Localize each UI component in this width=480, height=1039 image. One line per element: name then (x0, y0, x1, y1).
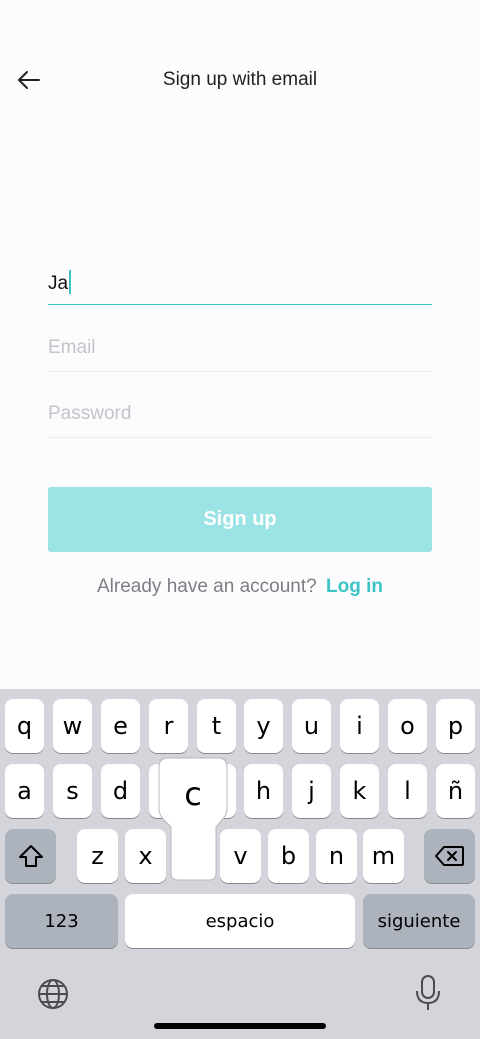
globe-icon (38, 979, 68, 1009)
shift-key[interactable] (5, 829, 56, 883)
keyboard: q w e r t y u i o p a s d f g h j k l ñ … (0, 689, 480, 1039)
key-z[interactable]: z (77, 829, 118, 883)
key-c-popup[interactable]: c (158, 757, 228, 881)
key-p[interactable]: p (436, 699, 475, 753)
key-k[interactable]: k (340, 764, 379, 818)
key-c-label: c (184, 775, 202, 813)
space-key[interactable]: espacio (125, 894, 355, 948)
key-d[interactable]: d (101, 764, 140, 818)
key-r[interactable]: r (149, 699, 188, 753)
key-j[interactable]: j (292, 764, 331, 818)
text-caret (69, 270, 72, 294)
key-n[interactable]: n (316, 829, 357, 883)
key-o[interactable]: o (388, 699, 427, 753)
key-w[interactable]: w (53, 699, 92, 753)
login-prompt-text: Already have an account? (97, 576, 317, 597)
key-u[interactable]: u (292, 699, 331, 753)
key-m[interactable]: m (363, 829, 404, 883)
password-placeholder: Password (48, 403, 132, 424)
key-y[interactable]: y (244, 699, 283, 753)
next-key[interactable]: siguiente (363, 894, 475, 948)
email-placeholder: Email (48, 337, 96, 358)
key-e[interactable]: e (101, 699, 140, 753)
key-s[interactable]: s (53, 764, 92, 818)
key-i[interactable]: i (340, 699, 379, 753)
key-l[interactable]: l (388, 764, 427, 818)
page-title: Sign up with email (162, 69, 318, 90)
name-field[interactable]: Ja (48, 266, 432, 305)
signup-button[interactable]: Sign up (48, 487, 432, 552)
login-prompt-row: Already have an account? Log in (0, 576, 480, 598)
key-n-tilde[interactable]: ñ (436, 764, 475, 818)
globe-button[interactable] (33, 974, 73, 1014)
shift-icon (18, 845, 43, 867)
backspace-key[interactable] (424, 829, 475, 883)
microphone-icon (416, 975, 440, 1010)
microphone-button[interactable] (408, 972, 448, 1014)
key-q[interactable]: q (5, 699, 44, 753)
email-field[interactable]: Email (48, 333, 432, 372)
key-b[interactable]: b (268, 829, 309, 883)
name-value: Ja (48, 273, 69, 294)
home-indicator (154, 1023, 326, 1029)
key-h[interactable]: h (244, 764, 283, 818)
numbers-key[interactable]: 123 (5, 894, 118, 948)
password-field[interactable]: Password (48, 399, 432, 438)
login-link[interactable]: Log in (326, 576, 383, 597)
key-a[interactable]: a (5, 764, 44, 818)
key-t[interactable]: t (197, 699, 236, 753)
backspace-icon (434, 846, 464, 866)
